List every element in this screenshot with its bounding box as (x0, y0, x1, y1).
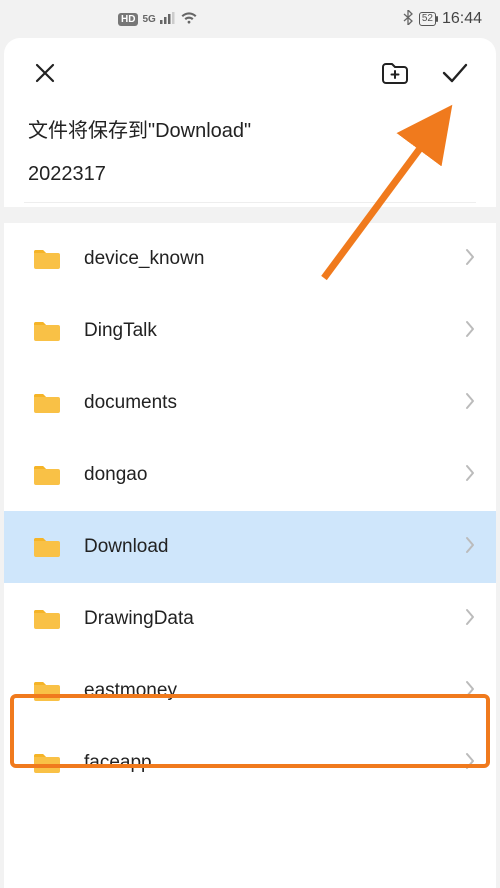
folder-item[interactable]: DrawingData (4, 583, 496, 655)
folder-item[interactable]: documents (4, 367, 496, 439)
folder-name: device_known (84, 248, 464, 270)
confirm-button[interactable] (438, 56, 472, 90)
filename-input[interactable] (28, 159, 472, 190)
status-left: HD 5G (118, 11, 198, 27)
hd-badge: HD (118, 13, 138, 26)
status-bar: HD 5G 52 16:44 (0, 0, 500, 38)
save-dialog-card: 文件将保存到"Download" device_known DingTalk d… (4, 38, 496, 888)
section-gap (4, 207, 496, 223)
dialog-title: 文件将保存到"Download" (28, 114, 472, 143)
header-row (4, 38, 496, 100)
folder-name: Download (84, 536, 464, 558)
chevron-right-icon (464, 751, 476, 776)
status-right: 52 16:44 (403, 10, 482, 28)
chevron-right-icon (464, 391, 476, 416)
folder-name: eastmoney (84, 680, 464, 702)
folder-item[interactable]: faceapp (4, 727, 496, 799)
bluetooth-icon (403, 10, 413, 28)
folder-icon (32, 319, 62, 343)
divider (24, 202, 476, 203)
signal-icon (160, 11, 176, 27)
battery-icon: 52 (419, 12, 436, 26)
folder-item[interactable]: DingTalk (4, 295, 496, 367)
folder-icon (32, 463, 62, 487)
close-button[interactable] (28, 56, 62, 90)
folder-name: documents (84, 392, 464, 414)
close-icon (33, 61, 57, 85)
folder-icon (32, 679, 62, 703)
chevron-right-icon (464, 319, 476, 344)
folder-item[interactable]: eastmoney (4, 655, 496, 727)
battery-level: 52 (422, 14, 433, 24)
folder-name: faceapp (84, 752, 464, 774)
wifi-icon (180, 11, 198, 27)
chevron-right-icon (464, 679, 476, 704)
chevron-right-icon (464, 247, 476, 272)
chevron-right-icon (464, 607, 476, 632)
chevron-right-icon (464, 535, 476, 560)
folder-list[interactable]: device_known DingTalk documents dongao D… (4, 223, 496, 799)
chevron-right-icon (464, 463, 476, 488)
folder-icon (32, 391, 62, 415)
folder-item[interactable]: Download (4, 511, 496, 583)
check-icon (440, 61, 470, 85)
clock-time: 16:44 (442, 10, 482, 28)
folder-icon (32, 247, 62, 271)
folder-icon (32, 607, 62, 631)
folder-icon (32, 751, 62, 775)
folder-item[interactable]: dongao (4, 439, 496, 511)
folder-name: dongao (84, 464, 464, 486)
folder-name: DrawingData (84, 608, 464, 630)
folder-name: DingTalk (84, 320, 464, 342)
folder-icon (32, 535, 62, 559)
network-label: 5G (142, 14, 155, 25)
folder-item[interactable]: device_known (4, 223, 496, 295)
new-folder-button[interactable] (378, 56, 412, 90)
new-folder-icon (380, 60, 410, 86)
